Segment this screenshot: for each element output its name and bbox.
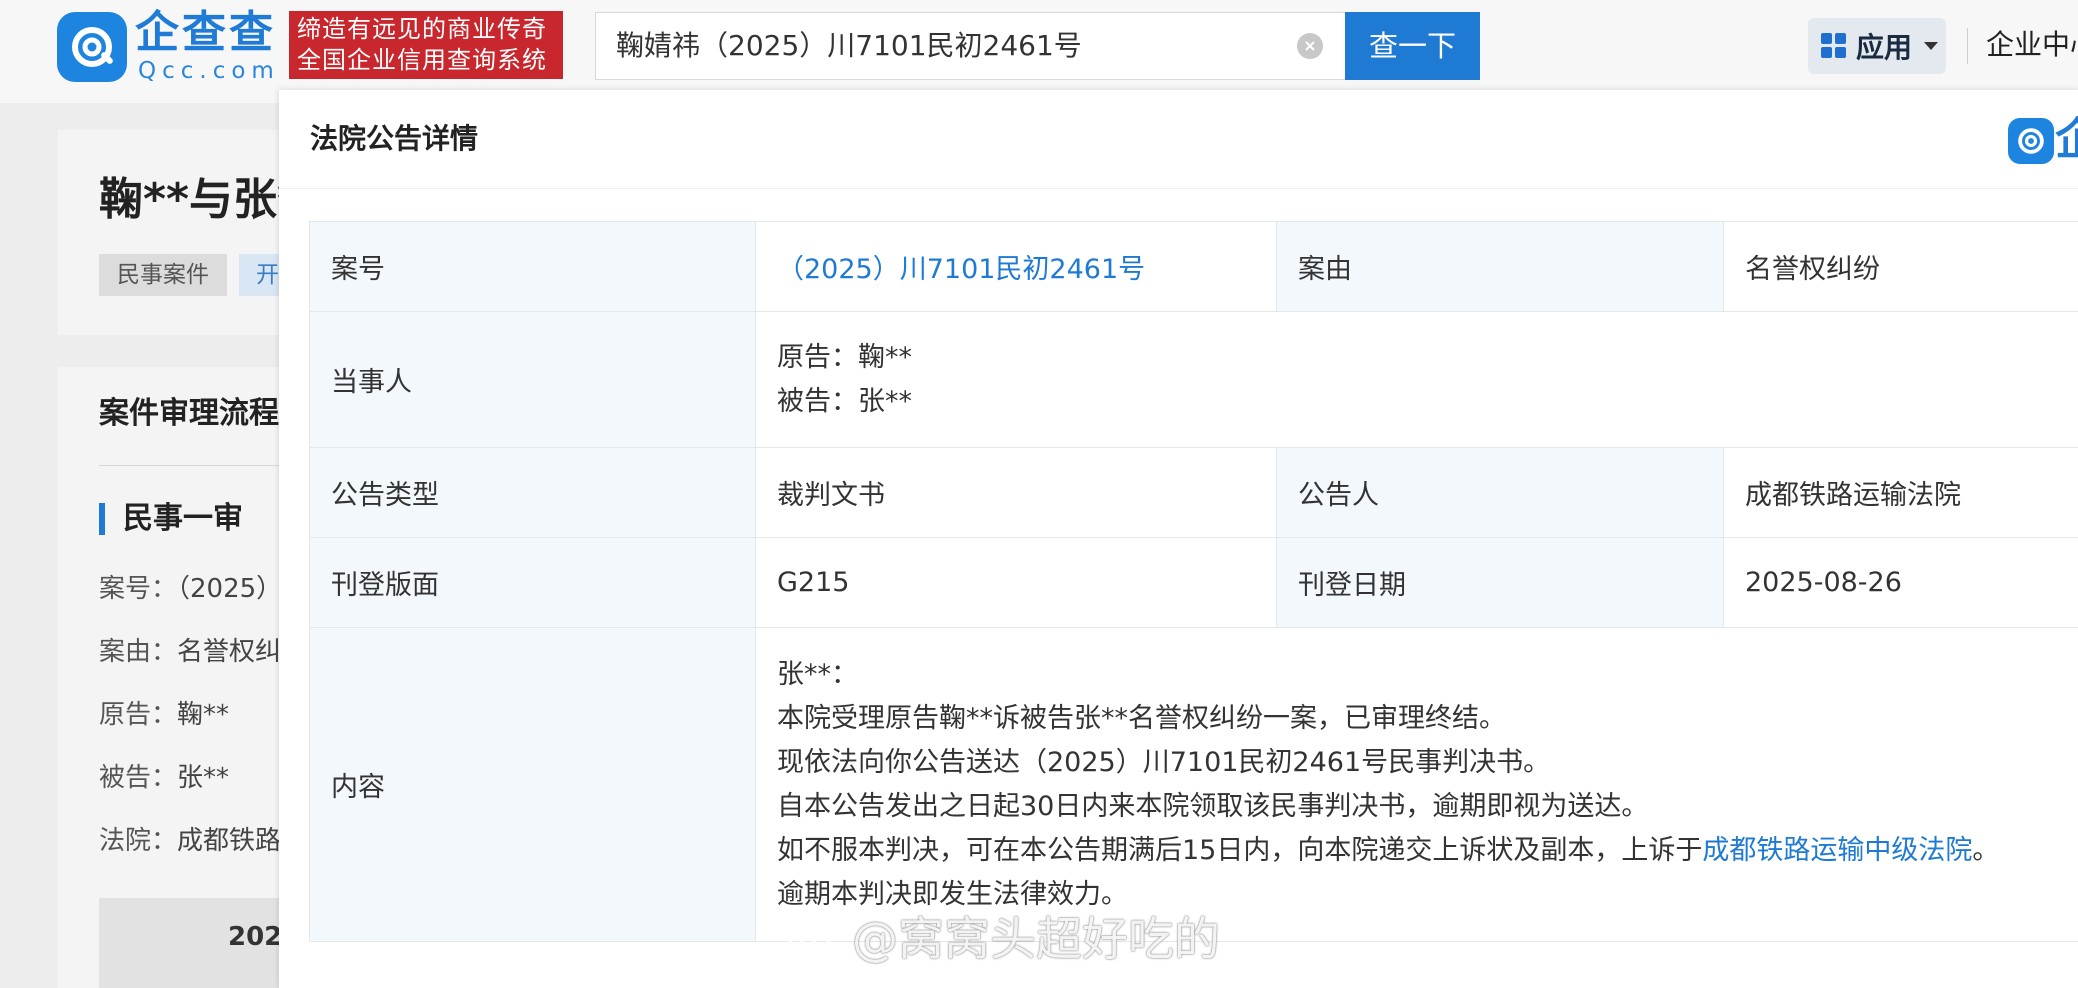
content-line: 本院受理原告鞠**诉被告张**名誉权纠纷一案，已审理终结。: [777, 702, 1506, 734]
weibo-icon: [789, 918, 838, 957]
qcc-logo-icon: [2008, 118, 2054, 164]
table-row: 案号 （2025）川7101民初2461号 案由 名誉权纠纷: [309, 221, 2078, 312]
flow-row-key: 原告：: [99, 700, 178, 730]
flow-row: 原告：鞠**: [99, 697, 229, 733]
flow-row-key: 法院：: [99, 826, 178, 856]
stage-title: 民事一审: [123, 501, 243, 536]
weibo-watermark: @窝窝头超好吃的: [788, 903, 1220, 969]
content-label: 内容: [309, 627, 756, 942]
cause-value: 名誉权纠纷: [1723, 221, 2078, 312]
notice-type-label: 公告类型: [309, 447, 756, 538]
flow-row-value: （2025）: [177, 574, 283, 604]
top-header: 企查查 Qcc.com 缔造有远见的商业传奇 全国企业信用查询系统 鞠婧祎（20…: [0, 0, 2078, 103]
watermark-text: @窝窝头超好吃的: [852, 912, 1220, 966]
search-button[interactable]: 查一下: [1345, 12, 1480, 80]
case-status-tag: 开: [239, 254, 279, 296]
appeal-court-link[interactable]: 成都铁路运输中级法院: [1702, 835, 1972, 866]
table-row: 当事人 原告：鞠** 被告：张**: [309, 311, 2078, 448]
content-value: 张**： 本院受理原告鞠**诉被告张**名誉权纠纷一案，已审理终结。 现依法向你…: [755, 627, 2078, 942]
flow-row-key: 被告：: [99, 763, 178, 793]
case-no-link[interactable]: （2025）川7101民初2461号: [777, 254, 1145, 285]
slogan-line-2: 全国企业信用查询系统: [297, 46, 547, 74]
content-line: 现依法向你公告送达（2025）川7101民初2461号民事判决书。: [777, 746, 1551, 778]
cause-label: 案由: [1276, 221, 1724, 312]
grid-icon: [1821, 33, 1846, 58]
parties-value: 原告：鞠** 被告：张**: [755, 311, 2078, 448]
flow-row-value: 鞠**: [177, 700, 230, 730]
flow-row: 被告：张**: [99, 760, 229, 796]
page-label: 刊登版面: [309, 537, 756, 628]
flow-row: 案号：（2025）: [99, 571, 282, 607]
defendant: 被告：张**: [777, 385, 912, 417]
logo-name[interactable]: 企查查: [135, 8, 276, 58]
notice-detail-table: 案号 （2025）川7101民初2461号 案由 名誉权纠纷 当事人 原告：鞠*…: [309, 221, 2078, 942]
search-input[interactable]: 鞠婧祎（2025）川7101民初2461号: [595, 12, 1345, 80]
modal-logo-text: 企: [2055, 114, 2078, 165]
table-row: 刊登版面 G215 刊登日期 2025-08-26: [309, 537, 2078, 628]
date-value: 2025-08-26: [1723, 537, 2078, 628]
enterprise-center-link[interactable]: 企业中心: [1986, 25, 2078, 65]
slogan-banner: 缔造有远见的商业传奇 全国企业信用查询系统: [289, 11, 563, 79]
flow-row: 案由：名誉权纠纷: [99, 634, 307, 670]
logo-domain: Qcc.com: [138, 58, 280, 84]
apps-button[interactable]: 应用: [1808, 18, 1946, 74]
flow-row: 法院：成都铁路: [99, 823, 281, 859]
page-value: G215: [755, 537, 1277, 628]
flow-row-value: 成都铁路: [177, 826, 282, 856]
content-line-text: 。: [1972, 834, 2000, 866]
notice-type-value: 裁判文书: [755, 447, 1277, 538]
table-row: 内容 张**： 本院受理原告鞠**诉被告张**名誉权纠纷一案，已审理终结。 现依…: [309, 627, 2078, 942]
parties-label: 当事人: [309, 311, 756, 448]
table-row: 公告类型 裁判文书 公告人 成都铁路运输法院: [309, 447, 2078, 538]
announcer-label: 公告人: [1276, 447, 1724, 538]
date-label: 刊登日期: [1276, 537, 1724, 628]
case-no-value: （2025）川7101民初2461号: [755, 221, 1277, 312]
case-no-label: 案号: [309, 221, 756, 312]
flow-row-key: 案由：: [99, 637, 178, 667]
content-line: 如不服本判决，可在本公告期满后15日内，向本院递交上诉状及副本，上诉于成都铁路运…: [777, 829, 2078, 873]
plaintiff: 原告：鞠**: [777, 341, 912, 373]
chevron-down-icon: [1924, 42, 1939, 50]
stage-marker: [99, 503, 105, 535]
announcer-value: 成都铁路运输法院: [1723, 447, 2078, 538]
flow-row-key: 案号：: [99, 574, 178, 604]
modal-title: 法院公告详情: [310, 122, 479, 155]
qcc-logo-icon[interactable]: [57, 12, 127, 82]
case-type-tag: 民事案件: [99, 254, 227, 296]
apps-label: 应用: [1856, 31, 1913, 64]
flow-row-value: 张**: [177, 763, 230, 793]
flow-divider: [99, 465, 279, 466]
clear-search-icon[interactable]: [1297, 33, 1323, 59]
modal-header-divider: [279, 188, 2078, 189]
case-flow-title: 案件审理流程: [99, 396, 279, 431]
content-line: 张**：: [777, 658, 858, 690]
content-line-text: 如不服本判决，可在本公告期满后15日内，向本院递交上诉状及副本，上诉于: [777, 834, 1703, 866]
slogan-line-1: 缔造有远见的商业传奇: [297, 15, 547, 43]
header-divider: [1967, 28, 1968, 64]
content-line: 自本公告发出之日起30日内来本院领取该民事判决书，逾期即视为送达。: [777, 790, 1649, 822]
